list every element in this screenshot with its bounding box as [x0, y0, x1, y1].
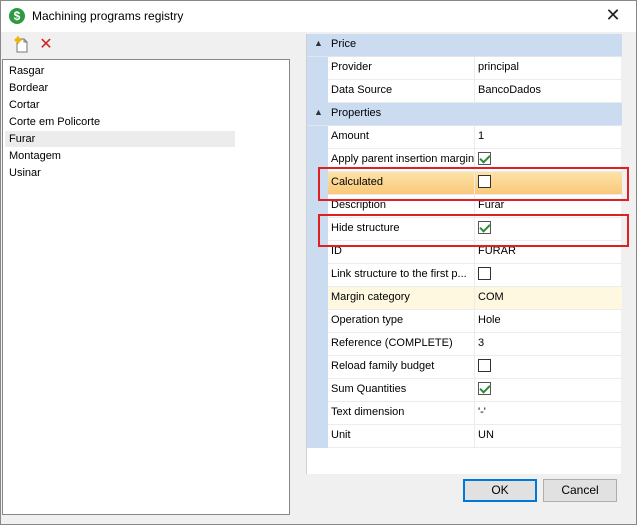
property-value[interactable]: UN: [475, 425, 622, 448]
property-grid: ▲ Price Provider principal Data Source BancoD…: [306, 34, 622, 474]
property-value-checkbox[interactable]: [475, 379, 622, 402]
property-name: Link structure to the first p...: [328, 264, 475, 287]
property-name: Amount: [328, 126, 475, 149]
checkbox-unchecked-icon[interactable]: [478, 359, 491, 372]
list-item[interactable]: Cortar: [9, 97, 40, 113]
property-row[interactable]: Operation type Hole: [307, 310, 622, 333]
row-margin: [307, 379, 328, 402]
checkbox-checked-icon[interactable]: [478, 382, 491, 395]
splitter[interactable]: [291, 32, 307, 516]
toolbar: ✕: [2, 32, 290, 58]
collapse-chevron-icon[interactable]: ▲: [314, 107, 323, 117]
property-value[interactable]: principal: [475, 57, 622, 80]
close-button[interactable]: ✕: [590, 1, 636, 32]
list-item[interactable]: Corte em Policorte: [9, 114, 100, 130]
property-name: Text dimension: [328, 402, 475, 425]
property-row[interactable]: Margin category COM: [307, 287, 622, 310]
dialog-window: $ Machining programs registry ✕ ✕ Rasgar…: [0, 0, 637, 525]
row-margin: [307, 57, 328, 80]
annotation-box-calculated: [318, 167, 629, 201]
category-properties[interactable]: ▲ Properties: [307, 103, 622, 126]
checkbox-checked-icon[interactable]: [478, 152, 491, 165]
title-bar: $ Machining programs registry ✕: [1, 1, 636, 32]
list-item[interactable]: Montagem: [9, 148, 61, 164]
annotation-box-hide-structure: [318, 214, 629, 247]
property-value[interactable]: Hole: [475, 310, 622, 333]
checkbox-unchecked-icon[interactable]: [478, 267, 491, 280]
ok-button[interactable]: OK: [463, 479, 537, 502]
row-margin: [307, 310, 328, 333]
property-value[interactable]: COM: [475, 287, 622, 310]
property-row[interactable]: Provider principal: [307, 57, 622, 80]
collapse-chevron-icon[interactable]: ▲: [314, 38, 323, 48]
list-item[interactable]: Bordear: [9, 80, 48, 96]
delete-x-icon[interactable]: ✕: [36, 35, 56, 55]
property-name: Margin category: [328, 287, 475, 310]
property-row[interactable]: Amount 1: [307, 126, 622, 149]
property-name: Operation type: [328, 310, 475, 333]
list-item[interactable]: Usinar: [9, 165, 41, 181]
property-name: Unit: [328, 425, 475, 448]
property-row[interactable]: Unit UN: [307, 425, 622, 448]
property-name: Reference (COMPLETE): [328, 333, 475, 356]
row-margin: [307, 425, 328, 448]
property-value[interactable]: '-': [475, 402, 622, 425]
property-value[interactable]: BancoDados: [475, 80, 622, 103]
window-title: Machining programs registry: [32, 9, 184, 23]
category-label: Properties: [331, 107, 382, 119]
property-value[interactable]: 1: [475, 126, 622, 149]
row-margin: [307, 80, 328, 103]
property-value[interactable]: 3: [475, 333, 622, 356]
property-row[interactable]: Reload family budget: [307, 356, 622, 379]
category-label: Price: [331, 38, 357, 50]
row-margin: [307, 402, 328, 425]
app-icon: $: [9, 8, 25, 24]
row-margin: [307, 333, 328, 356]
new-document-icon[interactable]: [12, 35, 32, 55]
property-name: Provider: [328, 57, 475, 80]
property-value-checkbox[interactable]: [475, 264, 622, 287]
property-name: Sum Quantities: [328, 379, 475, 402]
property-name: Data Source: [328, 80, 475, 103]
property-row[interactable]: Sum Quantities: [307, 379, 622, 402]
row-margin: [307, 126, 328, 149]
property-name: Reload family budget: [328, 356, 475, 379]
property-row[interactable]: Link structure to the first p...: [307, 264, 622, 287]
row-margin: [307, 264, 328, 287]
cancel-button[interactable]: Cancel: [543, 479, 617, 502]
property-row[interactable]: Data Source BancoDados: [307, 80, 622, 103]
property-row[interactable]: Text dimension '-': [307, 402, 622, 425]
property-row[interactable]: Reference (COMPLETE) 3: [307, 333, 622, 356]
programs-list[interactable]: Rasgar Bordear Cortar Corte em Policorte Fur…: [2, 59, 290, 515]
list-item[interactable]: Rasgar: [9, 63, 44, 79]
row-margin: [307, 356, 328, 379]
row-margin: [307, 287, 328, 310]
property-value-checkbox[interactable]: [475, 356, 622, 379]
category-price[interactable]: ▲ Price: [307, 34, 622, 57]
list-item[interactable]: Furar: [5, 131, 235, 147]
